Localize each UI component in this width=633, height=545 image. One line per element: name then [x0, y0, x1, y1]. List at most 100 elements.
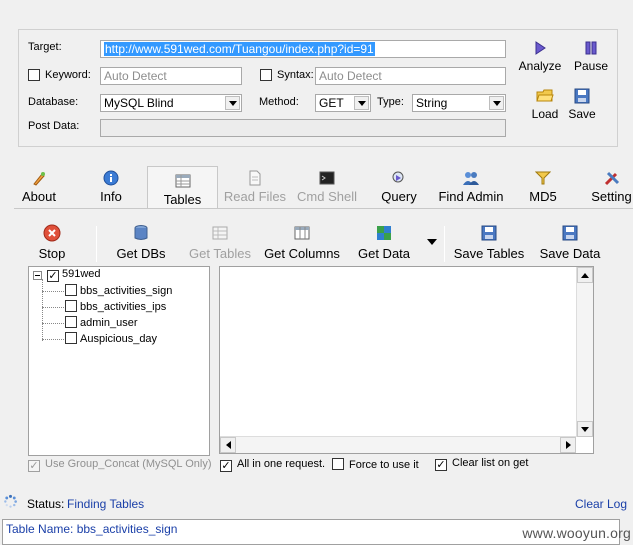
tree-item-checkbox[interactable]	[65, 332, 77, 344]
chevron-down-icon	[354, 96, 369, 110]
collapse-icon[interactable]	[33, 271, 42, 280]
target-input[interactable]: http://www.591wed.com/Tuangou/index.php?…	[100, 40, 506, 58]
syntax-checkbox[interactable]	[260, 69, 272, 81]
load-button[interactable]: Load	[526, 88, 564, 121]
tab-query[interactable]: Query	[375, 164, 423, 208]
toolbar-separator	[96, 226, 97, 262]
horizontal-scrollbar[interactable]	[220, 436, 576, 453]
all-in-one-checkbox[interactable]	[220, 460, 232, 472]
tab-md5[interactable]: MD5	[524, 164, 562, 208]
get-data-button[interactable]: Get Data	[354, 224, 414, 261]
get-data-label: Get Data	[357, 246, 411, 261]
clear-list-option[interactable]: Clear list on get	[435, 457, 528, 471]
pause-button[interactable]: Pause	[570, 40, 612, 73]
toolbar-separator	[444, 226, 445, 262]
tables-icon	[175, 174, 190, 188]
tree-item[interactable]: admin_user	[65, 316, 137, 329]
tree-root[interactable]: 591wed	[47, 268, 101, 282]
analyze-button[interactable]: Analyze	[514, 40, 566, 73]
database-tree[interactable]: 591wed bbs_activities_sign bbs_activitie…	[28, 266, 210, 456]
target-url-text: http://www.591wed.com/Tuangou/index.php?…	[104, 42, 375, 56]
tab-info[interactable]: Info	[90, 164, 132, 208]
stop-label: Stop	[38, 246, 66, 261]
floppy-icon	[562, 225, 578, 241]
tab-about[interactable]: About	[14, 164, 64, 208]
tree-line	[42, 323, 64, 324]
tree-item[interactable]: Auspicious_day	[65, 332, 157, 345]
save-tables-button[interactable]: Save Tables	[452, 224, 526, 261]
chevron-down-icon	[489, 96, 504, 110]
tab-setting[interactable]: Setting	[590, 164, 633, 208]
type-select[interactable]: String	[412, 94, 506, 112]
tree-item-label: bbs_activities_ips	[80, 301, 167, 313]
scroll-right-icon[interactable]	[560, 437, 576, 453]
force-option[interactable]: Force to use it	[332, 458, 419, 471]
group-concat-option[interactable]: Use Group_Concat (MySQL Only)	[28, 458, 211, 472]
method-select[interactable]: GET	[315, 94, 371, 112]
tab-cmd-shell[interactable]: Cmd Shell	[296, 164, 358, 208]
info-icon	[103, 170, 119, 186]
tree-line	[42, 307, 64, 308]
save-button[interactable]: Save	[566, 88, 598, 121]
log-line: Table Name: bbs_activities_sign	[6, 522, 178, 536]
database-label: Database:	[28, 96, 79, 108]
play-icon	[535, 41, 546, 55]
keyword-input[interactable]: Auto Detect	[100, 67, 242, 85]
tab-divider	[14, 208, 633, 209]
tab-label: Read Files	[223, 189, 287, 204]
read-files-icon	[249, 170, 261, 186]
all-in-one-label: All in one request.	[237, 458, 326, 470]
scroll-left-icon[interactable]	[220, 437, 236, 453]
status-value: Finding Tables	[67, 497, 145, 511]
stop-button[interactable]: Stop	[32, 224, 72, 261]
all-in-one-option[interactable]: All in one request.	[220, 458, 325, 472]
get-columns-button[interactable]: Get Columns	[262, 224, 342, 261]
tree-item[interactable]: bbs_activities_sign	[65, 284, 172, 297]
md5-icon	[535, 171, 551, 185]
clear-list-checkbox[interactable]	[435, 459, 447, 471]
find-admin-icon	[463, 172, 479, 185]
floppy-icon	[481, 225, 497, 241]
tree-item-checkbox[interactable]	[65, 284, 77, 296]
force-checkbox[interactable]	[332, 458, 344, 470]
keyword-checkbox[interactable]	[28, 69, 40, 81]
keyword-label: Keyword:	[45, 69, 91, 81]
save-data-button[interactable]: Save Data	[538, 224, 602, 261]
scroll-down-icon[interactable]	[577, 421, 593, 437]
save-label: Save	[568, 107, 596, 121]
postdata-input[interactable]	[100, 119, 506, 137]
database-icon	[134, 225, 148, 240]
syntax-label: Syntax:	[277, 69, 314, 81]
data-result-pane[interactable]	[219, 266, 594, 454]
tab-find-admin[interactable]: Find Admin	[434, 164, 508, 208]
tree-line	[42, 291, 64, 292]
vertical-scrollbar[interactable]	[576, 267, 593, 437]
keyword-placeholder: Auto Detect	[104, 69, 167, 83]
get-data-dropdown-icon[interactable]	[427, 239, 437, 245]
tab-tables[interactable]: Tables	[147, 166, 218, 208]
tree-root-checkbox[interactable]	[47, 270, 59, 282]
get-columns-label: Get Columns	[264, 246, 340, 261]
tree-item-checkbox[interactable]	[65, 316, 77, 328]
tab-label: Cmd Shell	[297, 189, 357, 204]
tree-item-checkbox[interactable]	[65, 300, 77, 312]
stop-icon	[43, 224, 61, 242]
save-data-label: Save Data	[539, 246, 601, 261]
tab-read-files[interactable]: Read Files	[222, 164, 288, 208]
analyze-label: Analyze	[518, 59, 562, 73]
tab-label: MD5	[529, 189, 557, 204]
scroll-up-icon[interactable]	[577, 267, 593, 283]
get-dbs-button[interactable]: Get DBs	[112, 224, 170, 261]
tree-item[interactable]: bbs_activities_ips	[65, 300, 166, 313]
target-label: Target:	[28, 41, 62, 53]
get-tables-button[interactable]: Get Tables	[184, 224, 256, 261]
pause-label: Pause	[573, 59, 609, 73]
clear-log-link[interactable]: Clear Log	[575, 497, 627, 511]
group-concat-label: Use Group_Concat (MySQL Only)	[45, 458, 212, 470]
tab-label: Tables	[163, 192, 202, 207]
database-select[interactable]: MySQL Blind	[100, 94, 242, 112]
syntax-input[interactable]: Auto Detect	[315, 67, 506, 85]
tree-item-label: Auspicious_day	[80, 333, 158, 345]
group-concat-checkbox[interactable]	[28, 460, 40, 472]
tree-line	[42, 279, 43, 341]
